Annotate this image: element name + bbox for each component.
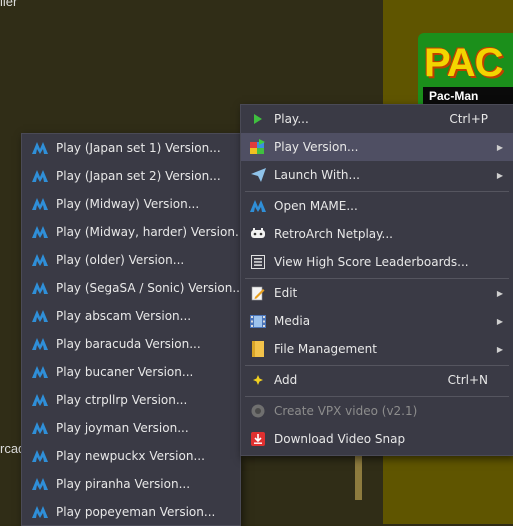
mame-icon xyxy=(250,198,266,214)
mame-icon xyxy=(32,308,48,324)
menu-item-label: Download Video Snap xyxy=(274,432,406,446)
menu-item-label: RetroArch Netplay... xyxy=(274,227,393,241)
menu-item-file-management[interactable]: File Management ▶ xyxy=(241,335,513,363)
mame-icon xyxy=(32,364,48,380)
mame-icon xyxy=(32,420,48,436)
submenu-item-label: Play bucaner Version... xyxy=(56,365,194,379)
submenu-item[interactable]: Play popeyeman Version... xyxy=(22,498,240,526)
menu-item-label: Play Version... xyxy=(274,140,359,154)
mame-icon xyxy=(32,504,48,520)
submenu-item-label: Play (SegaSA / Sonic) Version... xyxy=(56,281,244,295)
submenu-item[interactable]: Play abscam Version... xyxy=(22,302,240,330)
mame-icon xyxy=(32,196,48,212)
submenu-item-label: Play (Japan set 2) Version... xyxy=(56,169,221,183)
submenu-item[interactable]: Play piranha Version... xyxy=(22,470,240,498)
menu-item-retroarch-netplay[interactable]: RetroArch Netplay... xyxy=(241,220,513,248)
mame-icon xyxy=(32,252,48,268)
retroarch-icon xyxy=(250,226,266,242)
menu-item-open-mame[interactable]: Open MAME... xyxy=(241,192,513,220)
submenu-item[interactable]: Play (Japan set 2) Version... xyxy=(22,162,240,190)
submenu-arrow-icon: ▶ xyxy=(496,288,503,298)
submenu-arrow-icon: ▶ xyxy=(496,170,503,180)
shortcut-label: Ctrl+N xyxy=(447,373,488,387)
submenu-item-label: Play baracuda Version... xyxy=(56,337,201,351)
menu-item-launch-with[interactable]: Launch With... ▶ xyxy=(241,161,513,189)
menu-item-label: File Management xyxy=(274,342,377,356)
submenu-item[interactable]: Play newpuckx Version... xyxy=(22,442,240,470)
mame-icon xyxy=(32,224,48,240)
submenu-item[interactable]: Play (SegaSA / Sonic) Version... xyxy=(22,274,244,302)
mame-icon xyxy=(32,140,48,156)
menu-item-add[interactable]: Add Ctrl+N xyxy=(241,366,513,394)
menu-item-media[interactable]: Media ▶ xyxy=(241,307,513,335)
menu-item-high-score-leaderboards[interactable]: View High Score Leaderboards... xyxy=(241,248,513,276)
submenu-item-label: Play abscam Version... xyxy=(56,309,192,323)
menu-item-label: Open MAME... xyxy=(274,199,358,213)
submenu-item[interactable]: Play baracuda Version... xyxy=(22,330,240,358)
submenu-item[interactable]: Play (Midway, harder) Version... xyxy=(22,218,246,246)
media-icon xyxy=(250,313,266,329)
leaderboard-icon xyxy=(250,254,266,270)
submenu-item[interactable]: Play (older) Version... xyxy=(22,246,240,274)
paper-plane-icon xyxy=(250,167,266,183)
folder-icon xyxy=(250,341,266,357)
menu-item-download-video-snap[interactable]: Download Video Snap xyxy=(241,425,513,453)
mame-icon xyxy=(32,448,48,464)
background-text-mid: l xyxy=(0,371,1,386)
submenu-item-label: Play popeyeman Version... xyxy=(56,505,216,519)
mame-icon xyxy=(32,336,48,352)
mame-icon xyxy=(32,168,48,184)
vpx-icon xyxy=(250,403,266,419)
submenu-arrow-icon: ▶ xyxy=(496,344,503,354)
submenu-item[interactable]: Play ctrpllrp Version... xyxy=(22,386,240,414)
submenu-item[interactable]: Play (Japan set 1) Version... xyxy=(22,134,240,162)
mame-icon xyxy=(32,280,48,296)
play-version-submenu: Play (Japan set 1) Version... Play (Japa… xyxy=(21,133,246,526)
mame-icon xyxy=(32,476,48,492)
menu-item-label: Create VPX video (v2.1) xyxy=(274,404,418,418)
menu-item-label: Media xyxy=(274,314,311,328)
download-icon xyxy=(250,431,266,447)
menu-item-play-version[interactable]: Play Version... ▶ xyxy=(241,133,513,161)
game-logo: PAC xyxy=(424,41,503,85)
submenu-item-label: Play newpuckx Version... xyxy=(56,449,205,463)
context-menu: Play... Ctrl+P Play Version... ▶ Launch … xyxy=(240,104,513,456)
submenu-arrow-icon: ▶ xyxy=(496,316,503,326)
menu-item-create-vpx-video[interactable]: Create VPX video (v2.1) xyxy=(241,397,513,425)
menu-item-label: Edit xyxy=(274,286,298,300)
submenu-item-label: Play joyman Version... xyxy=(56,421,189,435)
mame-icon xyxy=(32,392,48,408)
menu-item-label: Play... xyxy=(274,112,309,126)
menu-item-label: View High Score Leaderboards... xyxy=(274,255,469,269)
submenu-item-label: Play ctrpllrp Version... xyxy=(56,393,188,407)
submenu-item[interactable]: Play bucaner Version... xyxy=(22,358,240,386)
submenu-item-label: Play piranha Version... xyxy=(56,477,191,491)
submenu-item[interactable]: Play (Midway) Version... xyxy=(22,190,240,218)
game-tile-pacman[interactable]: PAC Pac-Man xyxy=(418,33,513,105)
menu-item-label: Launch With... xyxy=(274,168,360,182)
menu-item-label: Add xyxy=(274,373,298,387)
add-icon xyxy=(250,372,266,388)
submenu-item[interactable]: Play joyman Version... xyxy=(22,414,240,442)
play-version-icon xyxy=(250,139,266,155)
game-title: Pac-Man xyxy=(423,87,513,105)
menu-item-play[interactable]: Play... Ctrl+P xyxy=(241,105,513,133)
shortcut-label: Ctrl+P xyxy=(449,112,488,126)
submenu-item-label: Play (Midway, harder) Version... xyxy=(56,225,247,239)
play-arrow-icon xyxy=(250,111,266,127)
menu-item-edit[interactable]: Edit ▶ xyxy=(241,279,513,307)
submenu-arrow-icon: ▶ xyxy=(496,142,503,152)
submenu-item-label: Play (older) Version... xyxy=(56,253,185,267)
submenu-item-label: Play (Midway) Version... xyxy=(56,197,200,211)
submenu-item-label: Play (Japan set 1) Version... xyxy=(56,141,221,155)
background-text-top: ller xyxy=(0,0,18,9)
edit-icon xyxy=(250,285,266,301)
